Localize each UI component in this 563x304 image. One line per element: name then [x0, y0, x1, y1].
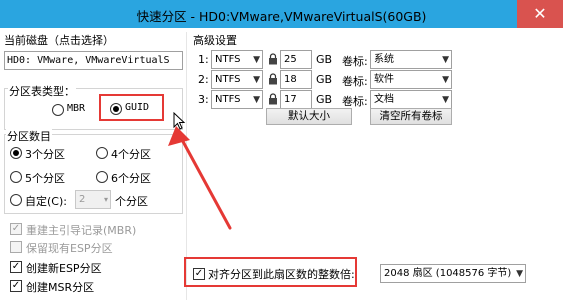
dropdown-arrow-icon: ▼	[516, 269, 523, 279]
lock-icon[interactable]	[268, 73, 278, 85]
partition-type-label: 分区表类型：	[8, 83, 76, 99]
row-3-size-value: 17	[284, 94, 297, 105]
window-title: 快速分区 - HD0:VMware,VMwareVirtualS(60GB)	[136, 9, 427, 24]
custom-count-spinner[interactable]: 2 ▾	[75, 190, 111, 209]
dropdown-arrow-icon: ▼	[442, 95, 449, 105]
row-3-fs-select[interactable]: NTFS ▼	[211, 90, 263, 109]
advanced-settings-label: 高级设置	[193, 34, 237, 47]
close-icon: ✕	[533, 4, 547, 23]
row-2-unit: GB	[316, 73, 333, 86]
guid-radio[interactable]	[110, 103, 122, 115]
count-5-label: 5个分区	[25, 172, 65, 185]
row-1-size-input[interactable]: 25	[280, 50, 312, 69]
align-label: 对齐分区到此扇区数的整数倍:	[208, 268, 355, 281]
count-3-radio[interactable]	[10, 147, 22, 159]
row-2-size-input[interactable]: 18	[280, 70, 312, 89]
custom-count-radio[interactable]	[10, 194, 22, 206]
dropdown-arrow-icon: ▼	[253, 55, 260, 65]
count-3-label: 3个分区	[25, 148, 65, 161]
dropdown-arrow-icon: ▼	[253, 95, 260, 105]
cursor-icon	[173, 112, 186, 130]
row-3-size-input[interactable]: 17	[280, 90, 312, 109]
row-1-volume-label-text: 卷标:	[342, 55, 368, 68]
row-2-index: 2:	[198, 73, 209, 86]
create-msr-checkbox[interactable]: ✓	[10, 280, 22, 292]
row-2-volume-label-text: 卷标:	[342, 75, 368, 88]
row-2-fs-select[interactable]: NTFS ▼	[211, 70, 263, 89]
guid-label: GUID	[125, 102, 150, 113]
dropdown-arrow-icon: ▼	[442, 75, 449, 85]
row-1-index: 1:	[198, 53, 209, 66]
row-3-volume-label-text: 卷标:	[342, 95, 368, 108]
row-1-fs-value: NTFS	[215, 54, 241, 65]
rebuild-mbr-checkbox[interactable]: ✓	[10, 223, 22, 235]
keep-esp-label: 保留现有ESP分区	[26, 242, 113, 255]
count-4-label: 4个分区	[111, 148, 151, 161]
row-3-index: 3:	[198, 93, 209, 106]
count-5-radio[interactable]	[10, 171, 22, 183]
row-3-unit: GB	[316, 93, 333, 106]
default-size-button[interactable]: 默认大小	[266, 108, 352, 125]
lock-icon[interactable]	[268, 53, 278, 65]
row-3-fs-value: NTFS	[215, 94, 241, 105]
spinner-arrows-icon: ▾	[103, 195, 108, 204]
row-1-volume-label-select[interactable]: 系统 ▼	[370, 50, 452, 69]
dropdown-arrow-icon: ▼	[253, 75, 260, 85]
clear-labels-button[interactable]: 清空所有卷标	[370, 108, 452, 125]
custom-count-label: 自定(C):	[25, 195, 67, 208]
align-sectors-value: 2048 扇区 (1048576 字节)	[384, 268, 512, 279]
dialog-body: 当前磁盘（点击选择） HD0: VMware, VMwareVirtualS (…	[0, 28, 563, 304]
rebuild-mbr-label: 重建主引导记录(MBR)	[26, 224, 137, 237]
lock-icon[interactable]	[268, 93, 278, 105]
row-2-volume-label-value: 软件	[374, 74, 394, 85]
count-6-radio[interactable]	[96, 171, 108, 183]
align-sectors-select[interactable]: 2048 扇区 (1048576 字节) ▼	[380, 264, 526, 283]
create-esp-label: 创建新ESP分区	[26, 262, 102, 275]
title-bar: 快速分区 - HD0:VMware,VMwareVirtualS(60GB) ✕	[0, 0, 563, 28]
row-2-volume-label-select[interactable]: 软件 ▼	[370, 70, 452, 89]
count-6-label: 6个分区	[111, 172, 151, 185]
disk-label: 当前磁盘（点击选择）	[4, 34, 114, 47]
mbr-radio[interactable]	[52, 104, 64, 116]
row-3-volume-label-select[interactable]: 文档 ▼	[370, 90, 452, 109]
create-esp-checkbox[interactable]: ✓	[10, 261, 22, 273]
row-1-unit: GB	[316, 53, 333, 66]
row-2-size-value: 18	[284, 74, 297, 85]
row-2-fs-value: NTFS	[215, 74, 241, 85]
mbr-label: MBR	[67, 103, 86, 114]
arrow-icon	[168, 126, 232, 230]
row-1-volume-label-value: 系统	[374, 54, 394, 65]
row-1-fs-select[interactable]: NTFS ▼	[211, 50, 263, 69]
row-3-volume-label-value: 文档	[374, 94, 394, 105]
align-checkbox[interactable]: ✓	[193, 268, 205, 280]
custom-count-unit: 个分区	[115, 195, 148, 208]
custom-count-value: 2	[79, 194, 86, 205]
disk-select-field[interactable]: HD0: VMware, VMwareVirtualS (6	[4, 51, 183, 70]
partition-count-label: 分区数目	[6, 128, 52, 144]
create-msr-label: 创建MSR分区	[26, 281, 95, 294]
count-4-radio[interactable]	[96, 147, 108, 159]
dropdown-arrow-icon: ▼	[442, 55, 449, 65]
row-1-size-value: 25	[284, 54, 297, 65]
keep-esp-checkbox[interactable]	[10, 241, 22, 253]
close-button[interactable]: ✕	[517, 0, 563, 28]
